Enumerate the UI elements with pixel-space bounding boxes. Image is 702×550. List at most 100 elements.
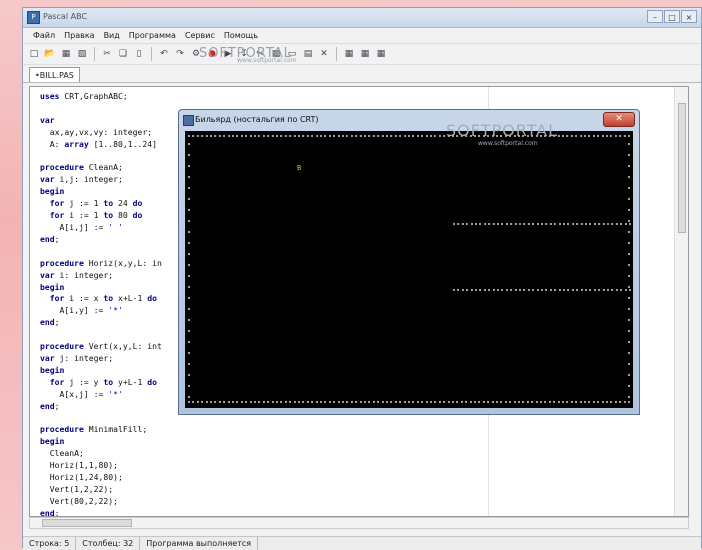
close-icon[interactable]: ✕ (317, 47, 331, 61)
wall-star (461, 401, 463, 403)
wall-star (197, 401, 199, 403)
paste-icon[interactable]: ▯ (132, 47, 146, 61)
wall-star (188, 330, 190, 332)
wall-star (399, 401, 401, 403)
pascal-app-icon: P (27, 11, 40, 24)
wall-star (628, 330, 630, 332)
wall-star (188, 385, 190, 387)
wall-star (188, 297, 190, 299)
wall-star (188, 231, 190, 233)
form-icon[interactable]: ▤ (301, 47, 315, 61)
wall-star (258, 135, 260, 137)
menu-view[interactable]: Вид (104, 31, 120, 40)
grid-icon[interactable]: ▦ (342, 47, 356, 61)
wall-star (553, 401, 555, 403)
wall-star (457, 289, 459, 291)
code-line: begin (40, 186, 162, 198)
watermark-overlay: SOFTPORTAL (446, 121, 559, 140)
wall-star (619, 135, 621, 137)
code-token: Vert(1,2,22); (40, 483, 114, 494)
maximize-button[interactable]: □ (664, 10, 680, 23)
horizontal-scroll-thumb[interactable] (42, 519, 132, 527)
wall-star (628, 198, 630, 200)
code-line: procedure Horiz(x,y,L: in (40, 258, 162, 270)
billiard-window-title: Бильярд (ностальгия по CRT) (195, 115, 319, 124)
wall-star (302, 401, 304, 403)
menu-edit[interactable]: Правка (64, 31, 94, 40)
wall-star (588, 401, 590, 403)
cut-icon[interactable]: ✂ (100, 47, 114, 61)
code-keyword: procedure (40, 341, 84, 352)
wall-star (430, 135, 432, 137)
wall-star (628, 135, 630, 137)
wall-star (559, 289, 561, 291)
billiard-window[interactable]: Бильярд (ностальгия по CRT) ✕ B (178, 109, 640, 415)
wall-star (228, 135, 230, 137)
wall-star (536, 401, 538, 403)
menu-program[interactable]: Программа (129, 31, 176, 40)
code-token: A[i,y] := (40, 305, 109, 316)
wall-star (576, 223, 578, 225)
vertical-scrollbar[interactable] (674, 87, 688, 516)
code-line: CleanA; (40, 448, 162, 460)
wall-star (236, 135, 238, 137)
save-icon[interactable]: ▦ (59, 47, 73, 61)
grid2-icon[interactable]: ▦ (358, 47, 372, 61)
undo-icon[interactable]: ↶ (157, 47, 171, 61)
wall-star (245, 135, 247, 137)
wall-star (554, 289, 556, 291)
wall-star (628, 286, 630, 288)
new-file-icon[interactable]: □ (27, 47, 41, 61)
redo-icon[interactable]: ↷ (173, 47, 187, 61)
wall-star (250, 401, 252, 403)
wall-star (214, 135, 216, 137)
wall-star (506, 223, 508, 225)
code-token: j := y (64, 376, 104, 387)
wall-star (514, 401, 516, 403)
code-keyword: to (103, 210, 114, 221)
wall-star (188, 264, 190, 266)
code-token: Vert(x,y,L: int (83, 341, 162, 352)
wall-star (355, 401, 357, 403)
wall-star (390, 135, 392, 137)
wall-star (346, 401, 348, 403)
copy-icon[interactable]: ❏ (116, 47, 130, 61)
horizontal-scrollbar[interactable] (29, 517, 689, 529)
billiard-close-button[interactable]: ✕ (603, 112, 635, 127)
grid3-icon[interactable]: ▦ (374, 47, 388, 61)
wall-star (364, 135, 366, 137)
wall-star (540, 401, 542, 403)
close-button[interactable]: × (681, 10, 697, 23)
wall-star (620, 289, 622, 291)
code-keyword: do (147, 293, 157, 304)
wall-star (602, 401, 604, 403)
code-line: uses CRT,GraphABC; (40, 91, 162, 103)
vertical-scroll-thumb[interactable] (678, 103, 686, 233)
wall-star (624, 135, 626, 137)
menu-file[interactable]: Файл (33, 31, 55, 40)
wall-star (501, 223, 503, 225)
wall-star (466, 289, 468, 291)
code-token: ; (54, 317, 60, 328)
wall-star (493, 289, 495, 291)
wall-star (188, 319, 190, 321)
wall-star (258, 401, 260, 403)
wall-star (342, 401, 344, 403)
tab-bill-pas[interactable]: •BILL.PAS (29, 67, 80, 82)
minimize-button[interactable]: – (647, 10, 663, 23)
wall-star (550, 223, 552, 225)
wall-star (250, 135, 252, 137)
wall-star (421, 135, 423, 137)
wall-star (628, 308, 630, 310)
wall-star (206, 401, 208, 403)
save-all-icon[interactable]: ▧ (75, 47, 89, 61)
wall-star (452, 401, 454, 403)
menu-help[interactable]: Помощь (224, 31, 258, 40)
wall-star (628, 231, 630, 233)
menu-service[interactable]: Сервис (185, 31, 215, 40)
open-icon[interactable]: 📂 (43, 47, 57, 61)
wall-star (404, 401, 406, 403)
